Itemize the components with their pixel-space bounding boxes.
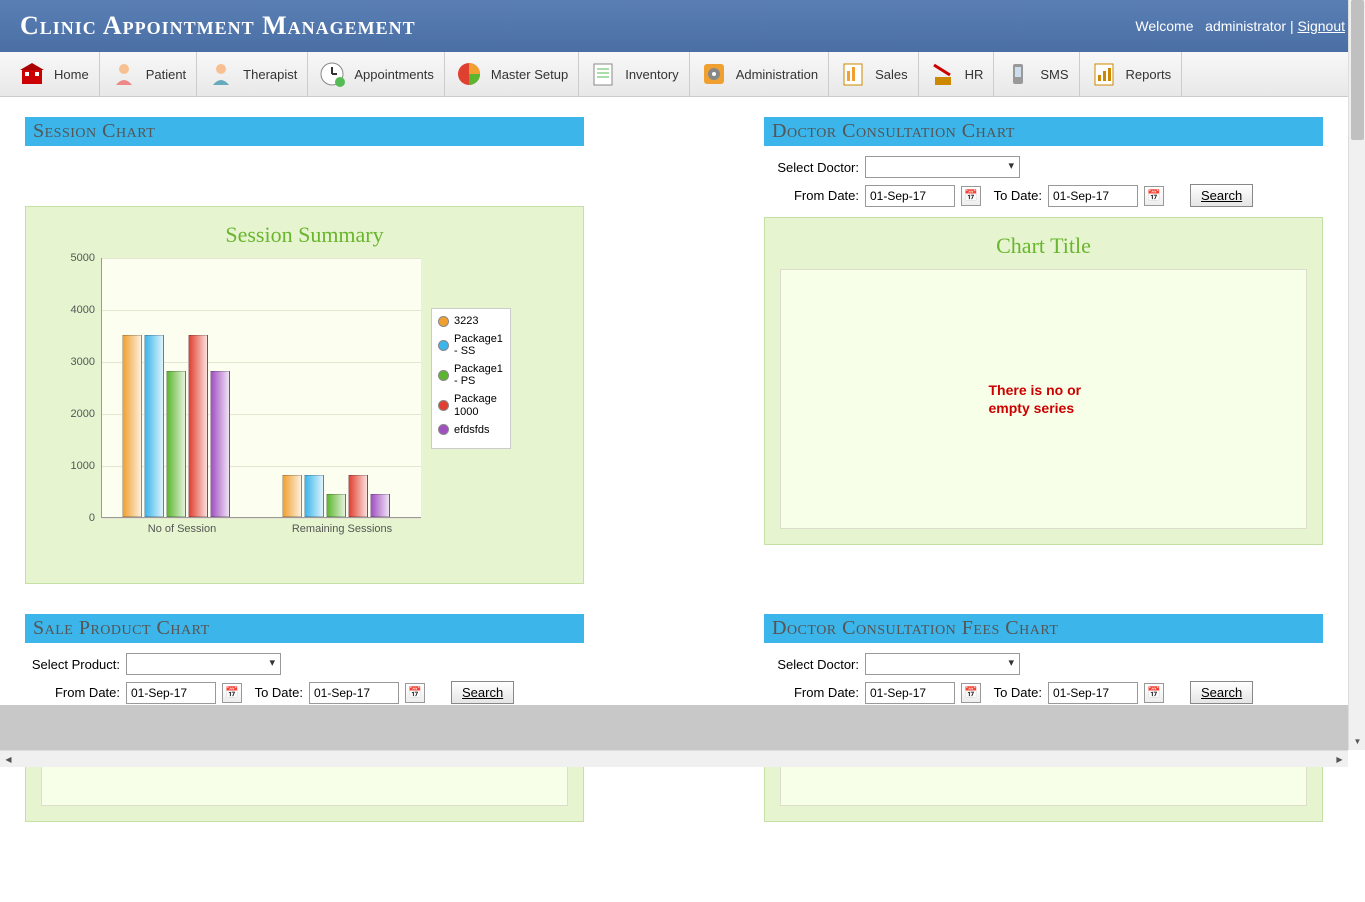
search-button[interactable]: Search bbox=[1190, 184, 1253, 207]
from-date-label: From Date: bbox=[764, 188, 859, 203]
app-title: Clinic Appointment Management bbox=[20, 11, 416, 41]
to-date-label: To Date: bbox=[987, 685, 1042, 700]
session-chart-box: Session Summary 010002000300040005000No … bbox=[25, 206, 584, 584]
main-toolbar: Home Patient Therapist Appointments Mast… bbox=[0, 52, 1365, 97]
doctor-dropdown[interactable] bbox=[865, 156, 1020, 178]
doctor-consult-chart-box: Chart Title There is no or empty series bbox=[764, 217, 1323, 545]
scroll-left-icon[interactable]: ◀ bbox=[0, 751, 17, 768]
nav-therapist[interactable]: Therapist bbox=[197, 52, 308, 96]
empty-series-message: There is no or empty series bbox=[989, 381, 1099, 417]
search-button[interactable]: Search bbox=[451, 681, 514, 704]
calendar-icon[interactable]: 📅 bbox=[1144, 683, 1164, 703]
calendar-icon[interactable]: 📅 bbox=[405, 683, 425, 703]
nav-reports[interactable]: Reports bbox=[1080, 52, 1183, 96]
signout-link[interactable]: Signout bbox=[1298, 18, 1345, 34]
from-date-input[interactable] bbox=[865, 682, 955, 704]
nav-inventory[interactable]: Inventory bbox=[579, 52, 689, 96]
session-chart-title: Session Chart bbox=[25, 117, 584, 146]
from-date-label: From Date: bbox=[764, 685, 859, 700]
scroll-down-icon[interactable]: ▼ bbox=[1349, 733, 1365, 750]
from-date-label: From Date: bbox=[25, 685, 120, 700]
session-chart-panel: Session Chart Session Summary 0100020003… bbox=[25, 117, 584, 584]
app-header: Clinic Appointment Management Welcome ad… bbox=[0, 0, 1365, 52]
session-summary-title: Session Summary bbox=[41, 222, 568, 248]
from-date-input[interactable] bbox=[126, 682, 216, 704]
gear-icon bbox=[700, 60, 728, 88]
calendar-icon[interactable]: 📅 bbox=[1144, 186, 1164, 206]
calendar-icon[interactable]: 📅 bbox=[961, 683, 981, 703]
product-dropdown[interactable] bbox=[126, 653, 281, 675]
doctor-fees-chart-inner bbox=[780, 766, 1307, 806]
reports-icon bbox=[1090, 60, 1118, 88]
doctor-consult-chart-inner: There is no or empty series bbox=[780, 269, 1307, 529]
pie-icon bbox=[455, 60, 483, 88]
nav-sales[interactable]: Sales bbox=[829, 52, 919, 96]
doctor-fees-title: Doctor Consultation Fees Chart bbox=[764, 614, 1323, 643]
doctor-consult-controls: Select Doctor: From Date: 📅 To Date: 📅 S… bbox=[764, 156, 1323, 207]
doctor-fees-dropdown[interactable] bbox=[865, 653, 1020, 675]
nav-master-setup[interactable]: Master Setup bbox=[445, 52, 579, 96]
to-date-label: To Date: bbox=[248, 685, 303, 700]
welcome-text: Welcome bbox=[1135, 18, 1193, 34]
nav-appointments[interactable]: Appointments bbox=[308, 52, 445, 96]
select-doctor-label: Select Doctor: bbox=[764, 160, 859, 175]
patient-icon bbox=[110, 60, 138, 88]
calendar-icon[interactable]: 📅 bbox=[961, 186, 981, 206]
nav-hr[interactable]: HR bbox=[919, 52, 995, 96]
hr-icon bbox=[929, 60, 957, 88]
vertical-scrollbar[interactable]: ▲ ▼ bbox=[1348, 0, 1365, 750]
nav-patient[interactable]: Patient bbox=[100, 52, 197, 96]
to-date-input[interactable] bbox=[309, 682, 399, 704]
select-doctor-label: Select Doctor: bbox=[764, 657, 859, 672]
sale-product-chart-inner bbox=[41, 766, 568, 806]
horizontal-scrollbar[interactable]: ◀ ▶ bbox=[0, 750, 1348, 767]
sale-product-controls: Select Product: From Date: 📅 To Date: 📅 … bbox=[25, 653, 584, 704]
notepad-icon bbox=[589, 60, 617, 88]
phone-icon bbox=[1004, 60, 1032, 88]
from-date-input[interactable] bbox=[865, 185, 955, 207]
footer-bar bbox=[0, 705, 1348, 750]
doctor-consult-title: Doctor Consultation Chart bbox=[764, 117, 1323, 146]
to-date-input[interactable] bbox=[1048, 682, 1138, 704]
therapist-icon bbox=[207, 60, 235, 88]
sale-product-title: Sale Product Chart bbox=[25, 614, 584, 643]
nav-home[interactable]: Home bbox=[8, 52, 100, 96]
scroll-thumb[interactable] bbox=[1351, 0, 1364, 140]
to-date-label: To Date: bbox=[987, 188, 1042, 203]
to-date-input[interactable] bbox=[1048, 185, 1138, 207]
doctor-fees-controls: Select Doctor: From Date: 📅 To Date: 📅 S… bbox=[764, 653, 1323, 704]
scroll-right-icon[interactable]: ▶ bbox=[1331, 751, 1348, 768]
user-area: Welcome administrator | Signout bbox=[1135, 18, 1345, 34]
clock-icon bbox=[318, 60, 346, 88]
username: administrator bbox=[1205, 18, 1286, 34]
sales-icon bbox=[839, 60, 867, 88]
select-product-label: Select Product: bbox=[25, 657, 120, 672]
doctor-consult-panel: Doctor Consultation Chart Select Doctor:… bbox=[764, 117, 1323, 584]
nav-sms[interactable]: SMS bbox=[994, 52, 1079, 96]
nav-administration[interactable]: Administration bbox=[690, 52, 829, 96]
chart-title-placeholder: Chart Title bbox=[780, 233, 1307, 259]
calendar-icon[interactable]: 📅 bbox=[222, 683, 242, 703]
session-chart-plot: 010002000300040005000No of SessionRemain… bbox=[41, 258, 568, 568]
home-icon bbox=[18, 60, 46, 88]
search-button[interactable]: Search bbox=[1190, 681, 1253, 704]
